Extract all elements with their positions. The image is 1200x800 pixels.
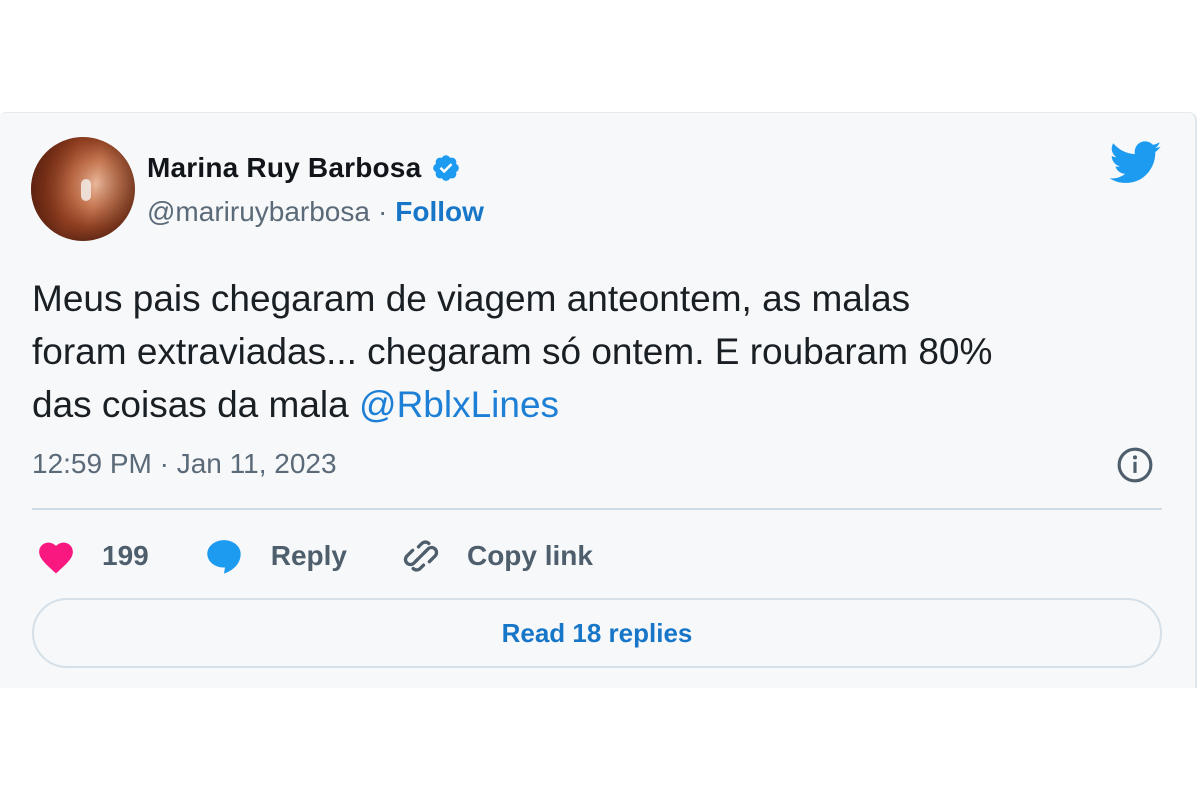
author-name[interactable]: Marina Ruy Barbosa	[147, 152, 421, 184]
avatar[interactable]	[31, 137, 135, 241]
follow-button[interactable]: Follow	[395, 196, 484, 228]
mention-link[interactable]: @RblxLines	[359, 384, 559, 425]
tweet-text: Meus pais chegaram de viagem anteontem, …	[32, 272, 1172, 431]
divider	[32, 508, 1162, 510]
link-icon	[403, 540, 439, 572]
copy-link-button[interactable]: Copy link	[401, 536, 593, 576]
info-icon[interactable]	[1116, 446, 1154, 484]
tweet-timestamp[interactable]: 12:59 PM · Jan 11, 2023	[32, 448, 337, 480]
like-count: 199	[102, 540, 149, 571]
tweet-actions: 199 Reply Copy link	[36, 532, 647, 580]
author-handle[interactable]: @mariruybarbosa	[147, 196, 370, 228]
twitter-bird-icon[interactable]	[1110, 141, 1162, 185]
like-button[interactable]: 199	[36, 538, 149, 574]
reply-label: Reply	[270, 540, 347, 571]
copy-link-label: Copy link	[466, 540, 593, 571]
author-handle-row: @mariruybarbosa · Follow	[147, 194, 484, 230]
verified-badge-icon	[433, 155, 460, 181]
speech-bubble-icon	[207, 540, 241, 574]
author-name-row: Marina Ruy Barbosa	[147, 150, 461, 186]
reply-button[interactable]: Reply	[203, 536, 347, 576]
separator-dot: ·	[377, 196, 388, 227]
read-replies-button[interactable]: Read 18 replies	[32, 598, 1162, 668]
heart-icon	[39, 542, 73, 574]
